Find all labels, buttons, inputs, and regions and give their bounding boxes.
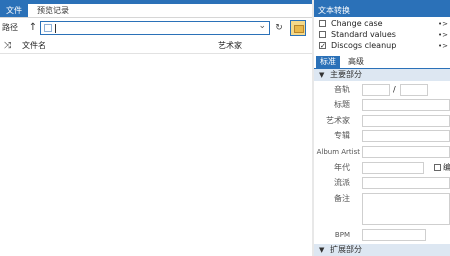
column-header-filename[interactable]: 文件名 xyxy=(22,40,172,52)
track-total-input[interactable] xyxy=(400,84,428,96)
album-input[interactable] xyxy=(362,130,450,142)
title-input[interactable] xyxy=(362,99,450,111)
action-change-case[interactable]: Change case •> xyxy=(314,19,450,29)
label-comment: 备注 xyxy=(334,194,350,203)
label-album-artist: Album Artist xyxy=(316,148,360,156)
checkbox[interactable] xyxy=(319,31,326,38)
genre-input[interactable] xyxy=(362,177,450,189)
tab-standard[interactable]: 标准 xyxy=(316,56,340,68)
track-separator: / xyxy=(393,85,396,94)
header-divider xyxy=(0,53,312,54)
action-label: Discogs cleanup xyxy=(331,41,397,50)
track-number-input[interactable] xyxy=(362,84,390,96)
path-input[interactable]: ⌄ xyxy=(40,21,270,35)
folder-field-icon xyxy=(44,24,52,32)
label-track: 音轨 xyxy=(334,85,350,94)
action-standard-values[interactable]: Standard values •> xyxy=(314,30,450,40)
collapse-triangle-icon: ▼ xyxy=(319,71,325,79)
checkbox[interactable] xyxy=(319,20,326,27)
divider xyxy=(0,17,312,18)
run-arrow-icon[interactable]: •> xyxy=(438,41,448,51)
label-genre: 流派 xyxy=(334,178,350,187)
comment-textarea[interactable] xyxy=(362,193,450,225)
chevron-down-icon[interactable]: ⌄ xyxy=(258,21,266,31)
action-label: Change case xyxy=(331,19,383,28)
section-extended[interactable]: ▼ 扩展部分 xyxy=(314,244,450,256)
label-artist: 艺术家 xyxy=(326,116,350,125)
label-album: 专辑 xyxy=(334,131,350,140)
panel-title: 文本转换 xyxy=(314,4,450,17)
column-header-artist[interactable]: 艺术家 xyxy=(218,40,298,52)
label-year: 年代 xyxy=(334,163,350,172)
refresh-icon[interactable]: ↻ xyxy=(272,21,286,35)
album-artist-input[interactable] xyxy=(362,146,450,158)
section-main[interactable]: ▼ 主要部分 xyxy=(314,69,450,81)
section-title: 扩展部分 xyxy=(330,245,362,254)
shuffle-icon[interactable]: ⤨ xyxy=(4,40,16,52)
collapse-triangle-icon: ▼ xyxy=(319,246,325,254)
year-checkbox[interactable] xyxy=(434,164,441,171)
section-title: 主要部分 xyxy=(330,70,362,79)
bpm-input[interactable] xyxy=(362,229,426,241)
browse-folder-button[interactable] xyxy=(290,20,306,36)
year-checkbox-label: 编 xyxy=(443,163,450,172)
artist-input[interactable] xyxy=(362,115,450,127)
path-label: 路径 xyxy=(2,23,18,32)
checkbox-checked[interactable]: ✓ xyxy=(319,42,326,50)
run-arrow-icon[interactable]: •> xyxy=(438,19,448,29)
label-title: 标题 xyxy=(334,100,350,109)
action-label: Standard values xyxy=(331,30,396,39)
tab-preview-history[interactable]: 预览记录 xyxy=(30,4,76,17)
tab-advanced[interactable]: 高级 xyxy=(344,56,368,68)
tab-file[interactable]: 文件 xyxy=(0,4,28,17)
text-caret xyxy=(55,24,56,33)
label-bpm: BPM xyxy=(334,231,350,239)
run-arrow-icon[interactable]: •> xyxy=(438,30,448,40)
arrow-up-icon[interactable]: ↑ xyxy=(28,21,38,35)
year-input[interactable] xyxy=(362,162,424,174)
action-discogs-cleanup[interactable]: ✓ Discogs cleanup •> xyxy=(314,41,450,51)
